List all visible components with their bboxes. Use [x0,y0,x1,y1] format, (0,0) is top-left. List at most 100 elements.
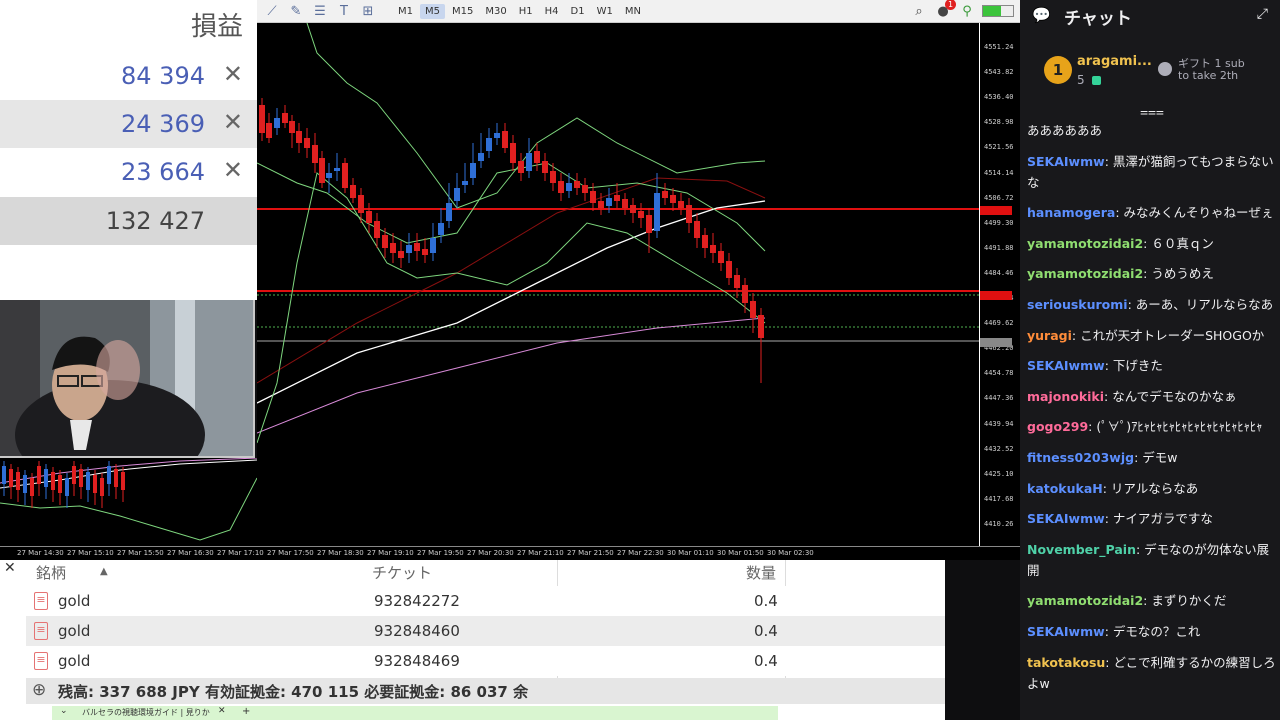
chat-message: hanamogera: みなみくんそりゃねーぜぇ [1027,202,1277,223]
candle-body [710,245,716,253]
notification-icon[interactable]: ● 1 [934,0,956,20]
profit-header: 損益 [190,12,243,42]
candle-body [630,205,636,213]
chat-username[interactable]: yamamotozidai2 [1027,236,1143,251]
chat-username[interactable]: SEKAIwmw [1027,624,1105,639]
timeframe-h4[interactable]: H4 [540,4,564,19]
chat-username[interactable]: majonokiki [1027,389,1104,404]
candle-body [662,191,668,198]
chat-message: yamamotozidai2: まずりかくだ [1027,590,1277,611]
price-tick-label: 4514.14 [984,168,1014,177]
timeframe-m30[interactable]: M30 [480,4,511,19]
pen-icon[interactable]: ✎ [287,2,305,20]
shapes-icon[interactable]: ⊞ [359,2,377,20]
candle-body [726,261,732,278]
price-tick-label: 4447.36 [984,394,1014,403]
timeframe-w1[interactable]: W1 [592,4,618,19]
col-header-symbol[interactable]: 銘柄 [36,562,66,583]
chat-message: gogo299: (ﾟ∀ﾟ)ｱﾋｬﾋｬﾋｬﾋｬﾋｬﾋｬﾋｬﾋｬﾋｬﾋｬ [1027,416,1277,437]
chat-username[interactable]: SEKAIwmw [1027,511,1105,526]
candle-body [30,478,34,496]
chat-username[interactable]: yamamotozidai2 [1027,266,1143,281]
candle-body [100,478,104,496]
candle-body [86,472,90,490]
chat-text: あーあ、リアルならなあ [1135,296,1274,312]
document-icon: ≡ [34,652,48,670]
chat-text: デモなの？これ [1112,623,1201,639]
timeframe-h1[interactable]: H1 [514,4,538,19]
price-marker [980,338,1012,347]
profit-total-value: 132 427 [105,207,205,235]
search-icon[interactable]: ⌕ [910,2,928,20]
new-tab-icon[interactable]: + [242,706,250,717]
candle-body [44,469,48,487]
volume-cell: 0.4 [754,622,778,640]
col-header-volume[interactable]: 数量 [746,562,776,583]
chat-username[interactable]: yuragi [1027,328,1072,343]
close-icon[interactable]: ✕ [4,560,16,576]
browser-tab-title[interactable]: バルセラの視聴環境ガイド | 見りか [82,707,210,718]
close-tab-icon[interactable]: ✕ [218,706,226,716]
timeframe-m1[interactable]: M1 [393,4,418,19]
chat-message: SEKAIwmw: 黒澤が猫飼ってもつまらないな [1027,151,1277,193]
chat-username[interactable]: SEKAIwmw [1027,358,1105,373]
chat-username[interactable]: takotakosu [1027,655,1105,670]
candle-body [414,243,420,251]
chat-username[interactable]: gogo299 [1027,419,1088,434]
trendline-icon[interactable]: ⟋ [263,2,281,20]
notification-badge: 1 [945,0,956,10]
price-tick-label: 4543.82 [984,68,1014,77]
add-icon[interactable]: ⊕ [32,680,46,700]
sort-asc-icon[interactable]: ▲ [100,566,108,577]
time-tick-label: 27 Mar 17:10 [217,549,264,557]
close-position-icon[interactable]: ✕ [223,60,243,88]
candle-body [114,469,118,487]
timeframe-mn[interactable]: MN [620,4,646,19]
webcam-image [0,300,253,456]
chat-text: まずりかくだ [1151,593,1227,609]
chat-username[interactable]: fitness0203wjg [1027,450,1134,465]
chat-text: なんでデモなのかなぁ [1112,388,1237,404]
chat-username[interactable]: November_Pain [1027,542,1136,557]
candle-body [750,301,756,318]
chat-text: リアルならなあ [1110,480,1199,496]
chat-separator: : [1104,153,1113,169]
chat-separator: : [1104,358,1113,374]
chevron-down-icon[interactable]: ⌄ [60,706,68,716]
chat-leaderboard[interactable]: 1 aragami... 5 ギフト 1 sub to take 2th [1020,46,1280,98]
timeframe-m5[interactable]: M5 [420,3,445,19]
close-position-icon[interactable]: ✕ [223,108,243,136]
timeframe-d1[interactable]: D1 [566,4,590,19]
chat-separator: : [1127,296,1136,312]
table-row[interactable]: ≡ gold 932848460 0.4 [26,616,945,646]
chat-username[interactable]: katokukaH [1027,481,1103,496]
price-tick-label: 4551.24 [984,43,1014,51]
chat-username[interactable]: yamamotozidai2 [1027,593,1143,608]
close-position-icon[interactable]: ✕ [223,156,243,184]
candle-body [304,138,310,148]
chat-message: yamamotozidai2: うめうめえ [1027,263,1277,284]
candle-body [79,469,83,487]
chat-header: 💬 チャット ⤢ [1020,0,1280,30]
fibonacci-icon[interactable]: ☰ [311,2,329,20]
chat-username[interactable]: hanamogera [1027,205,1115,220]
popout-icon[interactable]: ⤢ [1257,6,1268,22]
collapse-icon[interactable]: ⩶ [1140,104,1164,120]
gift-count-icon [1092,76,1101,85]
price-tick-label: 4454.78 [984,369,1014,378]
chat-message: seriouskuromi: あーあ、リアルならなあ [1027,294,1277,315]
price-chart[interactable] [257,23,979,546]
chat-username[interactable]: seriouskuromi [1027,297,1128,312]
candle-body [494,133,500,138]
col-header-ticket[interactable]: チケット [372,562,432,583]
text-icon[interactable]: T [335,2,353,20]
table-row[interactable]: ≡ gold 932842272 0.4 [26,586,945,616]
candle-body [296,131,302,143]
time-axis: 27 Mar 14:30 27 Mar 15:10 27 Mar 15:50 27 M… [0,546,1020,560]
chat-username[interactable]: SEKAIwmw [1027,154,1105,169]
table-row[interactable]: ≡ gold 932848469 0.4 [26,646,945,676]
timeframe-m15[interactable]: M15 [447,4,478,19]
signal-icon[interactable]: ⚲ [958,2,976,20]
candle-body [37,466,41,484]
time-tick-label: 27 Mar 21:50 [567,549,614,557]
